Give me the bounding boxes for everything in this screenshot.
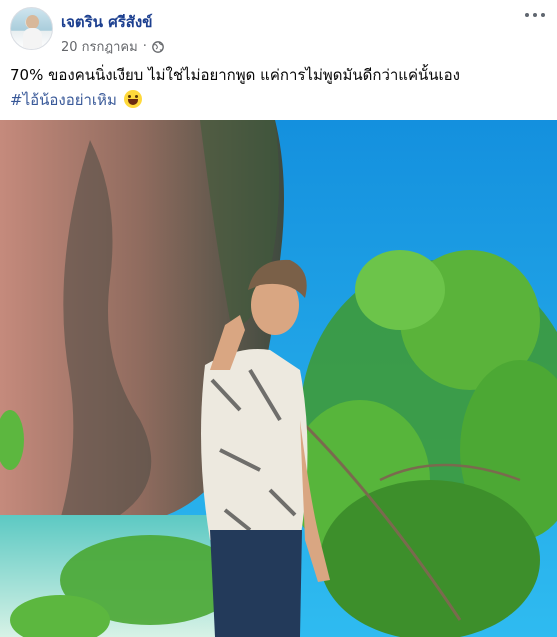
author-name[interactable]: เจตริน ศรีสังข์: [61, 10, 153, 34]
more-options-button[interactable]: [523, 5, 547, 25]
post-text: 70% ของคนนิ่งเงียบ ไม่ใช่ไม่อยากพูด แค่ก…: [10, 63, 550, 113]
hashtag-link[interactable]: #ไอ้น้องอย่าเหิม: [10, 91, 117, 109]
avatar-body: [23, 28, 42, 49]
avatar-head: [26, 15, 39, 29]
post-meta: 20 กรกฎาคม ·: [61, 36, 164, 57]
post-hashtag-line: #ไอ้น้องอย่าเหิม: [10, 88, 550, 113]
post-date[interactable]: 20 กรกฎาคม: [61, 36, 138, 57]
grinning-face-icon: [123, 90, 142, 108]
post-caption: 70% ของคนนิ่งเงียบ ไม่ใช่ไม่อยากพูด แค่ก…: [10, 66, 460, 84]
more-dot: [533, 13, 537, 17]
photo-scene: [0, 120, 557, 637]
post-header: เจตริน ศรีสังข์ 20 กรกฎาคม ·: [0, 0, 557, 58]
more-dot: [525, 13, 529, 17]
meta-separator: ·: [142, 39, 147, 54]
globe-icon[interactable]: [151, 40, 164, 53]
author-avatar[interactable]: [10, 7, 53, 50]
post-photo[interactable]: [0, 120, 557, 637]
more-dot: [541, 13, 545, 17]
